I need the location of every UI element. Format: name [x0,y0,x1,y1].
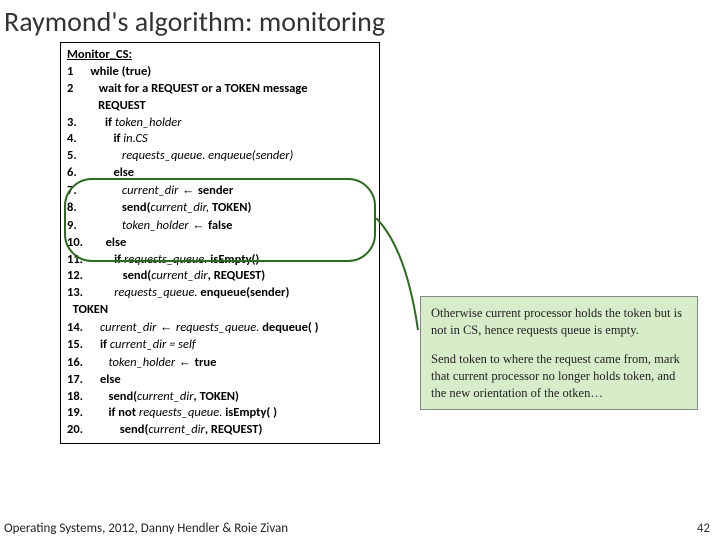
footer-text: Operating Systems, 2012, Danny Hendler &… [4,521,288,536]
note-paragraph-2: Send token to where the request came fro… [431,351,687,402]
page-title: Raymond's algorithm: monitoring [0,0,720,47]
code-block: Monitor_CS: 1 while (true) 2 wait for a … [60,42,380,444]
page-number: 42 [697,521,710,536]
note-paragraph-1: Otherwise current processor holds the to… [431,305,687,339]
code-header: Monitor_CS: [67,47,373,64]
annotation-note: Otherwise current processor holds the to… [420,296,698,410]
connector-line [376,218,422,334]
